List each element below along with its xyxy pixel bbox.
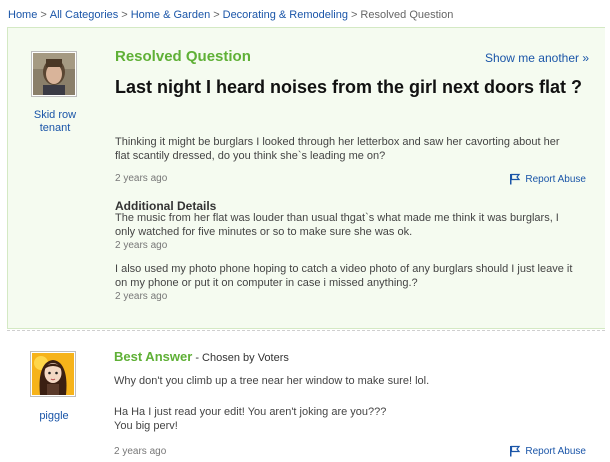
breadcrumb-separator: > bbox=[213, 9, 220, 21]
answer-paragraph-2: Ha Ha I just read your edit! You aren't … bbox=[114, 406, 387, 418]
additional-detail-2: I also used my photo phone hoping to cat… bbox=[115, 263, 573, 289]
breadcrumb: Home > All Categories > Home & Garden > Decora… bbox=[8, 9, 453, 21]
additional-detail-1-timestamp: 2 years ago bbox=[115, 240, 168, 251]
breadcrumb-all-categories[interactable]: All Categories bbox=[50, 9, 118, 21]
breadcrumb-decorating[interactable]: Decorating & Remodeling bbox=[223, 9, 348, 21]
answerer-avatar[interactable] bbox=[30, 351, 76, 397]
answerer-avatar-image bbox=[32, 353, 74, 395]
question-timestamp: 2 years ago bbox=[115, 173, 168, 184]
best-answer-header: Best Answer - Chosen by Voters bbox=[114, 349, 289, 364]
best-answer-card: piggle Best Answer - Chosen by Voters Wh… bbox=[7, 330, 605, 462]
answer-paragraph-3: You big perv! bbox=[114, 420, 178, 432]
breadcrumb-home-garden[interactable]: Home & Garden bbox=[131, 9, 210, 21]
asker-name-line2: tenant bbox=[39, 122, 71, 134]
breadcrumb-separator: > bbox=[40, 9, 47, 21]
flag-icon bbox=[510, 173, 521, 185]
flag-icon bbox=[510, 445, 521, 457]
question-panel: Skid row tenant Resolved Question Show m… bbox=[7, 27, 605, 329]
best-answer-label: Best Answer bbox=[114, 349, 193, 364]
answer-paragraph-1: Why don't you climb up a tree near her w… bbox=[114, 375, 430, 387]
resolved-question-heading: Resolved Question bbox=[115, 48, 251, 65]
breadcrumb-home[interactable]: Home bbox=[8, 9, 37, 21]
breadcrumb-separator: > bbox=[350, 9, 358, 21]
report-abuse-label: Report Abuse bbox=[525, 173, 586, 185]
answer-report-abuse-link[interactable]: Report Abuse bbox=[509, 445, 586, 457]
asker-name[interactable]: Skid row tenant bbox=[22, 109, 88, 135]
asker-photo bbox=[33, 53, 75, 95]
additional-detail-1: The music from her flat was louder than … bbox=[115, 212, 559, 238]
chosen-by-voters: - Chosen by Voters bbox=[192, 352, 289, 364]
show-another-link[interactable]: Show me another » bbox=[485, 51, 589, 65]
question-body: Thinking it might be burglars I looked t… bbox=[115, 136, 560, 162]
answerer-name[interactable]: piggle bbox=[21, 410, 87, 423]
breadcrumb-current: Resolved Question bbox=[360, 9, 454, 21]
question-title: Last night I heard noises from the girl … bbox=[115, 77, 583, 97]
report-abuse-link[interactable]: Report Abuse bbox=[509, 173, 586, 185]
answer-report-abuse-label: Report Abuse bbox=[525, 445, 586, 457]
breadcrumb-separator: > bbox=[121, 9, 128, 21]
asker-name-line1: Skid row bbox=[33, 109, 77, 121]
asker-avatar[interactable] bbox=[31, 51, 77, 97]
answer-timestamp: 2 years ago bbox=[114, 446, 167, 457]
additional-detail-2-timestamp: 2 years ago bbox=[115, 291, 168, 302]
